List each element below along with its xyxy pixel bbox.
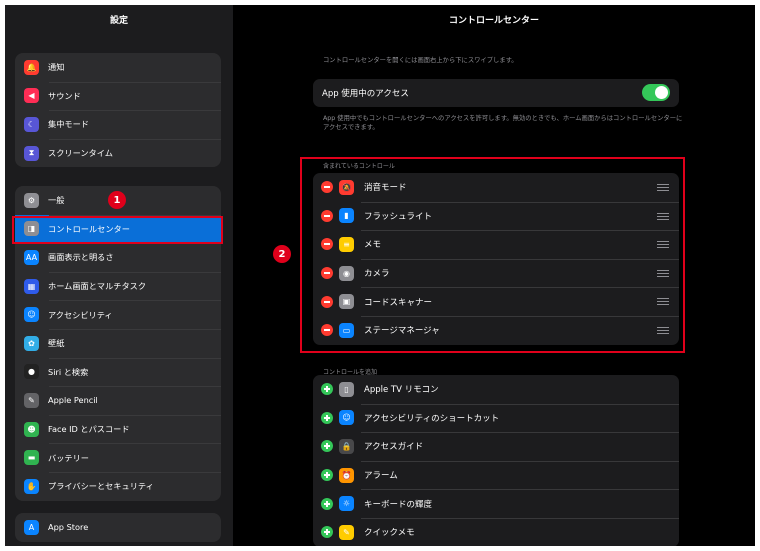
sidebar-group-notifications: 🔔 通知 ◀ サウンド ☾ 集中モード ⧗ スクリーンタイム (15, 53, 221, 168)
sidebar-item-label: サウンド (48, 90, 81, 101)
sidebar-item-label: バッテリー (48, 452, 89, 463)
sidebar-item[interactable]: ◀ サウンド (15, 81, 221, 111)
control-label: アクセシビリティのショートカット (364, 413, 500, 424)
lock-icon: 🔒 (339, 438, 354, 454)
accessibility-icon: ☺ (24, 307, 39, 323)
speaker-icon: ◀ (24, 88, 39, 104)
sidebar-item-label: 画面表示と明るさ (48, 252, 114, 263)
more-control-row[interactable]: ☺ アクセシビリティのショートカット (313, 403, 679, 433)
more-control-row[interactable]: ☼ キーボードの輝度 (313, 489, 679, 518)
sidebar-item-label: App Store (48, 522, 89, 533)
sidebar-item[interactable]: ⧗ スクリーンタイム (15, 138, 221, 168)
sidebar-item-label: 壁紙 (48, 338, 65, 349)
sidebar-item[interactable]: ▬ バッテリー (15, 443, 221, 472)
highlight-box-included-controls (300, 157, 685, 353)
quick-note-icon: ✎ (339, 524, 354, 540)
siri-icon: ● (24, 364, 39, 380)
sidebar-item[interactable]: ☾ 集中モード (15, 110, 221, 139)
pencil-icon: ✎ (24, 392, 39, 408)
sidebar-item[interactable]: 🔔 通知 (15, 53, 221, 82)
alarm-icon: ⏰ (339, 467, 354, 483)
add-control-button[interactable] (321, 411, 333, 424)
sidebar-item[interactable]: ☺ アクセシビリティ (15, 300, 221, 329)
flower-icon: ✿ (24, 335, 39, 351)
face-id-icon: ☻ (24, 421, 39, 437)
sidebar-item[interactable]: ✋ プライバシーとセキュリティ (15, 471, 221, 501)
sidebar-item[interactable]: A App Store (15, 513, 221, 542)
control-label: クイックメモ (364, 528, 415, 539)
sidebar-item[interactable]: ☻ Face ID とパスコード (15, 414, 221, 444)
app-store-icon: A (24, 519, 39, 535)
sidebar-item-label: スクリーンタイム (48, 148, 113, 159)
access-within-apps-toggle[interactable] (642, 84, 670, 101)
battery-icon: ▬ (24, 450, 39, 466)
add-control-button[interactable] (321, 469, 333, 482)
ipad-screen: 設定 🔔 通知 ◀ サウンド ☾ 集中モード ⧗ スクリーンタイム ⚙ 一般 ◨ コントロールセンタ… (5, 5, 755, 546)
control-label: Apple TV リモコン (364, 385, 439, 396)
sidebar-item-label: ホーム画面とマルチタスク (48, 281, 147, 292)
sidebar-item-label: 通知 (48, 62, 65, 73)
sidebar-item-label: 集中モード (48, 119, 89, 130)
more-control-row[interactable]: ⏰ アラーム (313, 460, 679, 490)
sidebar-item[interactable]: ✿ 壁紙 (15, 328, 221, 358)
add-control-button[interactable] (321, 383, 333, 396)
moon-icon: ☾ (24, 116, 39, 132)
sidebar-item[interactable]: ✎ Apple Pencil (15, 386, 221, 415)
highlight-box-control-center (12, 216, 223, 244)
text-size-icon: AA (24, 249, 39, 265)
control-label: アラーム (364, 471, 398, 482)
control-label: アクセスガイド (364, 442, 424, 453)
swipe-description: コントロールセンターを開くには画面右上から下にスワイプします。 (323, 57, 518, 64)
remote-icon: ▯ (339, 381, 354, 397)
sidebar-item-label: 一般 (48, 195, 65, 206)
access-within-apps-row[interactable]: App 使用中のアクセス (313, 79, 679, 107)
bell-icon: 🔔 (24, 59, 39, 75)
grid-icon: ▦ (24, 278, 39, 294)
add-control-button[interactable] (321, 497, 333, 510)
sidebar-item-label: Apple Pencil (48, 395, 98, 406)
accessibility-icon: ☺ (339, 410, 354, 426)
sidebar-item-label: アクセシビリティ (48, 309, 113, 320)
more-control-row[interactable]: 🔒 アクセスガイド (313, 432, 679, 461)
sidebar-item-label: Siri と検索 (48, 366, 89, 377)
sidebar-group-store: A App Store (15, 513, 221, 542)
more-controls-list: ▯ Apple TV リモコン ☺ アクセシビリティのショートカット 🔒 アクセスガイド ⏰… (313, 375, 679, 546)
hand-icon: ✋ (24, 478, 39, 494)
page-title: コントロールセンター (448, 16, 539, 26)
access-within-apps-label: App 使用中のアクセス (322, 89, 409, 99)
sidebar-item[interactable]: ▦ ホーム画面とマルチタスク (15, 271, 221, 301)
control-label: キーボードの輝度 (364, 499, 433, 510)
more-control-row[interactable]: ▯ Apple TV リモコン (313, 375, 679, 404)
hourglass-icon: ⧗ (24, 145, 39, 161)
more-control-row[interactable]: ✎ クイックメモ (313, 517, 679, 546)
sidebar-title: 設定 (109, 16, 128, 26)
access-description: App 使用中でもコントロールセンターへのアクセスを許可します。無効のときでも、… (323, 115, 683, 131)
keyboard-brightness-icon: ☼ (339, 496, 354, 512)
step-badge-2: 2 (273, 245, 291, 263)
sidebar-item[interactable]: ● Siri と検索 (15, 357, 221, 387)
add-control-button[interactable] (321, 440, 333, 453)
sidebar-item-label: プライバシーとセキュリティ (48, 481, 154, 492)
settings-sidebar: 設定 🔔 通知 ◀ サウンド ☾ 集中モード ⧗ スクリーンタイム ⚙ 一般 ◨ コントロールセンタ… (5, 5, 233, 546)
gear-icon: ⚙ (24, 192, 39, 208)
sidebar-item-label: Face ID とパスコード (48, 424, 130, 435)
sidebar-item[interactable]: AA 画面表示と明るさ (15, 243, 221, 272)
step-badge-1: 1 (108, 191, 126, 209)
add-control-button[interactable] (321, 526, 333, 539)
